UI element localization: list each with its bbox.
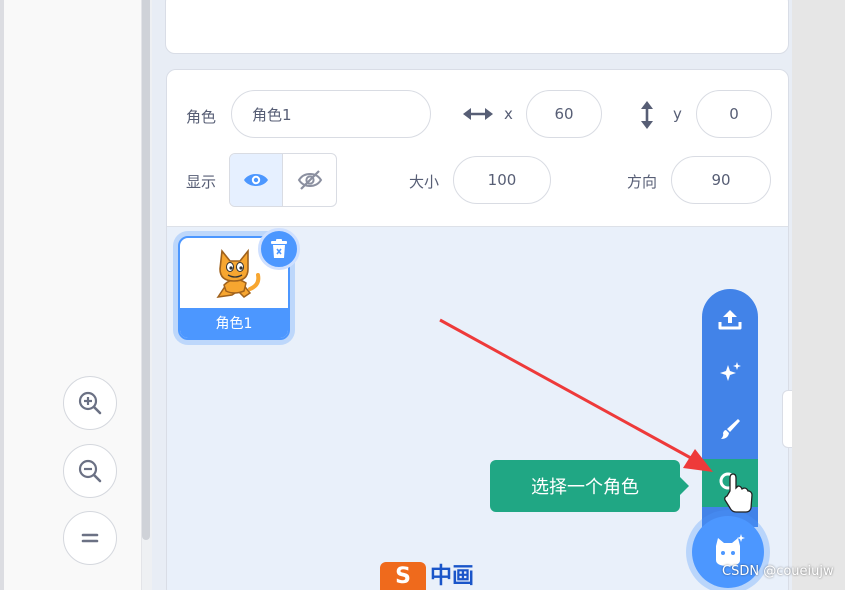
show-sprite-button[interactable] [230,154,284,206]
x-label: x [504,105,513,123]
direction-input[interactable]: 90 [671,156,771,204]
delete-sprite-button[interactable] [258,228,300,270]
eye-off-icon [297,170,322,190]
search-icon [719,472,741,494]
trash-icon [271,239,287,258]
y-position-input[interactable]: 0 [696,90,772,138]
y-label: y [673,105,682,123]
hide-sprite-button[interactable] [283,154,336,206]
sprite-info-panel: 角色 角色1 x 60 y 0 显示 大小 100 方向 90 [167,70,788,227]
window-edge [0,0,4,590]
stage-area [165,0,789,54]
surprise-sprite-button[interactable] [702,349,758,397]
paint-icon [721,419,740,439]
show-label: 显示 [186,173,217,191]
site-logo: S 中画 [380,562,500,590]
upload-sprite-button[interactable] [702,295,758,343]
size-label: 大小 [409,173,440,191]
zoom-out-button[interactable] [63,444,117,498]
zoom-out-icon [78,459,102,483]
watermark: CSDN @coueiujw [722,564,834,579]
vertical-arrows-icon [641,101,653,129]
logo-mark: S [380,562,426,590]
direction-label: 方向 [627,173,658,191]
logo-text: 中画 [430,564,475,589]
surprise-icon [720,362,741,381]
x-position-input[interactable]: 60 [526,90,602,138]
sprite-name-input[interactable]: 角色1 [231,90,431,138]
paint-sprite-button[interactable] [702,405,758,453]
page-gutter [792,0,845,590]
sprite-tile-name: 角色1 [180,308,288,338]
code-scrollbar-thumb[interactable] [142,0,150,540]
horizontal-arrows-icon [463,108,493,120]
choose-sprite-menu [702,289,758,527]
sprite-label: 角色 [186,108,217,126]
zoom-in-button[interactable] [63,376,117,430]
size-input[interactable]: 100 [453,156,551,204]
upload-icon [718,310,742,330]
visibility-toggle [229,153,337,207]
code-area [0,0,142,590]
choose-sprite-tooltip: 选择一个角色 [490,460,689,512]
cat-sprite-icon [216,248,261,298]
zoom-reset-button[interactable] [63,511,117,565]
choose-sprite-search-button[interactable] [702,459,758,507]
zoom-in-icon [78,391,102,415]
eye-icon [244,174,268,186]
equals-icon [81,533,99,543]
